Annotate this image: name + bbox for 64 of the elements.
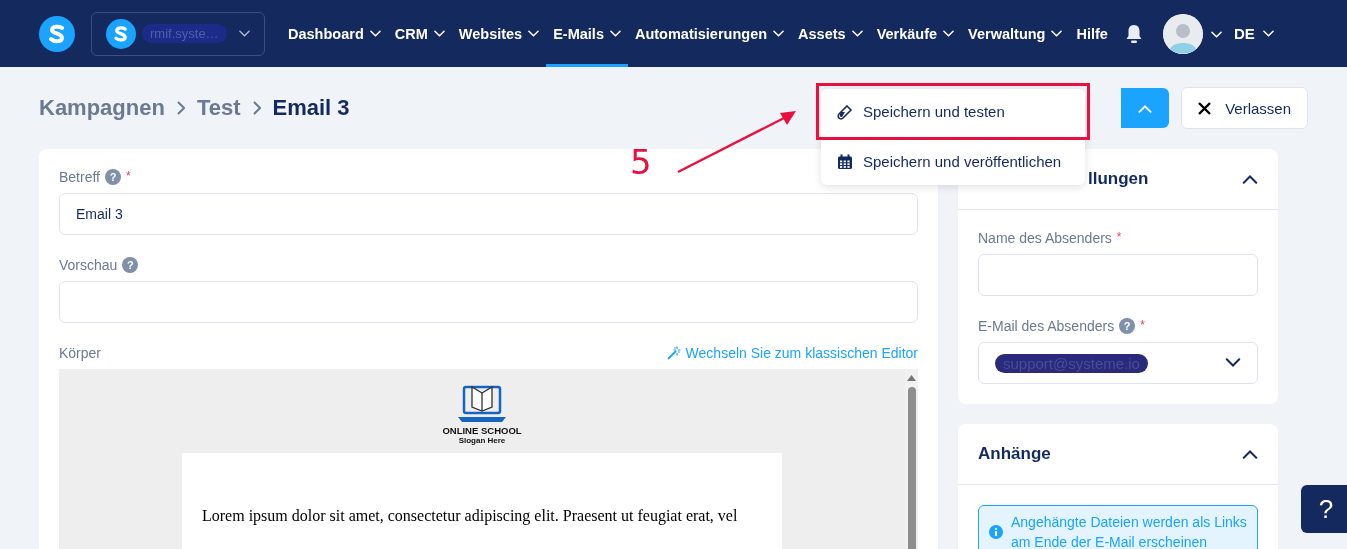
chevron-down-icon (1051, 29, 1063, 38)
breadcrumb-item[interactable]: Test (196, 95, 241, 121)
app-logo-icon[interactable] (39, 15, 75, 52)
nav-menu-item[interactable]: Verkäufe (869, 0, 962, 67)
account-logo-icon (106, 18, 136, 49)
chevron-down-icon (1262, 29, 1274, 38)
chevron-up-icon (1138, 103, 1153, 113)
save-options-button[interactable] (1121, 88, 1170, 128)
breadcrumb-item: Email 3 (272, 95, 350, 121)
field-label: Körper (59, 345, 102, 361)
bell-icon[interactable] (1124, 23, 1143, 44)
field-label: Vorschau (59, 257, 118, 273)
chevron-down-icon (239, 29, 250, 38)
info-text: Angehängte Dateien werden als Links am Ende der E-Mail erscheinen (1011, 513, 1247, 549)
required-mark: * (126, 169, 131, 183)
nav-menu-item[interactable]: E-Mails (546, 0, 628, 67)
avatar-icon[interactable] (1162, 13, 1203, 54)
logo-slogan: Slogan Here (458, 436, 506, 445)
chevron-down-icon (851, 29, 863, 38)
logo-title: ONLINE SCHOOL (442, 425, 522, 436)
nav-menu-item[interactable]: Automatisierungen (627, 0, 792, 67)
calendar-icon (837, 153, 853, 170)
field-label: Name des Absenders (978, 230, 1112, 246)
chevron-up-icon (1242, 449, 1258, 459)
card-title: llungen (1087, 169, 1149, 189)
email-body-text: Lorem ipsum dolor sit amet, consectetur adipiscing elit. Praesent ut feugiat erat, vel (202, 507, 738, 524)
close-icon (1198, 101, 1212, 115)
required-mark: * (1116, 230, 1122, 244)
sender-name-field[interactable] (978, 254, 1258, 296)
subject-field[interactable]: Email 3 (59, 193, 918, 235)
chevron-down-icon (609, 29, 621, 38)
nav-menu-item[interactable]: Assets (791, 0, 870, 67)
chevron-up-icon (1242, 174, 1258, 184)
step-number: 5 (630, 142, 652, 182)
language-selector[interactable]: DE (1233, 25, 1274, 42)
chevron-down-icon (773, 29, 785, 38)
chevron-down-icon (1210, 30, 1222, 39)
chevron-right-icon (176, 101, 185, 115)
chevron-right-icon (252, 101, 261, 115)
exit-button[interactable]: Verlassen (1181, 87, 1308, 129)
card-title: Anhänge (978, 444, 1051, 464)
test-tube-icon (837, 103, 853, 120)
required-mark: * (1140, 318, 1145, 332)
nav-menu-item[interactable]: Dashboard (281, 0, 388, 67)
nav-menu-item[interactable]: Hilfe (1069, 0, 1115, 67)
scrollbar[interactable] (905, 369, 918, 549)
help-button[interactable]: ? (1301, 485, 1347, 533)
magic-wand-icon (666, 346, 681, 360)
nav-menu-item[interactable]: CRM (387, 0, 452, 67)
chevron-down-icon (1225, 358, 1241, 368)
preview-field[interactable] (59, 281, 918, 323)
info-icon (989, 525, 1003, 539)
chevron-down-icon (369, 29, 381, 38)
chevron-down-icon (943, 29, 955, 38)
nav-menu-item[interactable]: Verwaltung (961, 0, 1070, 67)
field-label: E-Mail des Absenders (978, 318, 1115, 334)
field-label: Betreff (59, 169, 100, 185)
scroll-up-icon[interactable] (907, 375, 916, 381)
menu-item[interactable]: Speichern und veröffentlichen (821, 138, 1085, 185)
breadcrumb-item[interactable]: Kampagnen (39, 95, 165, 121)
chevron-down-icon (433, 29, 445, 38)
nav-menu-item[interactable]: Websites (451, 0, 547, 67)
menu-item[interactable]: Speichern und testen (818, 85, 1088, 138)
chevron-down-icon (528, 29, 540, 38)
